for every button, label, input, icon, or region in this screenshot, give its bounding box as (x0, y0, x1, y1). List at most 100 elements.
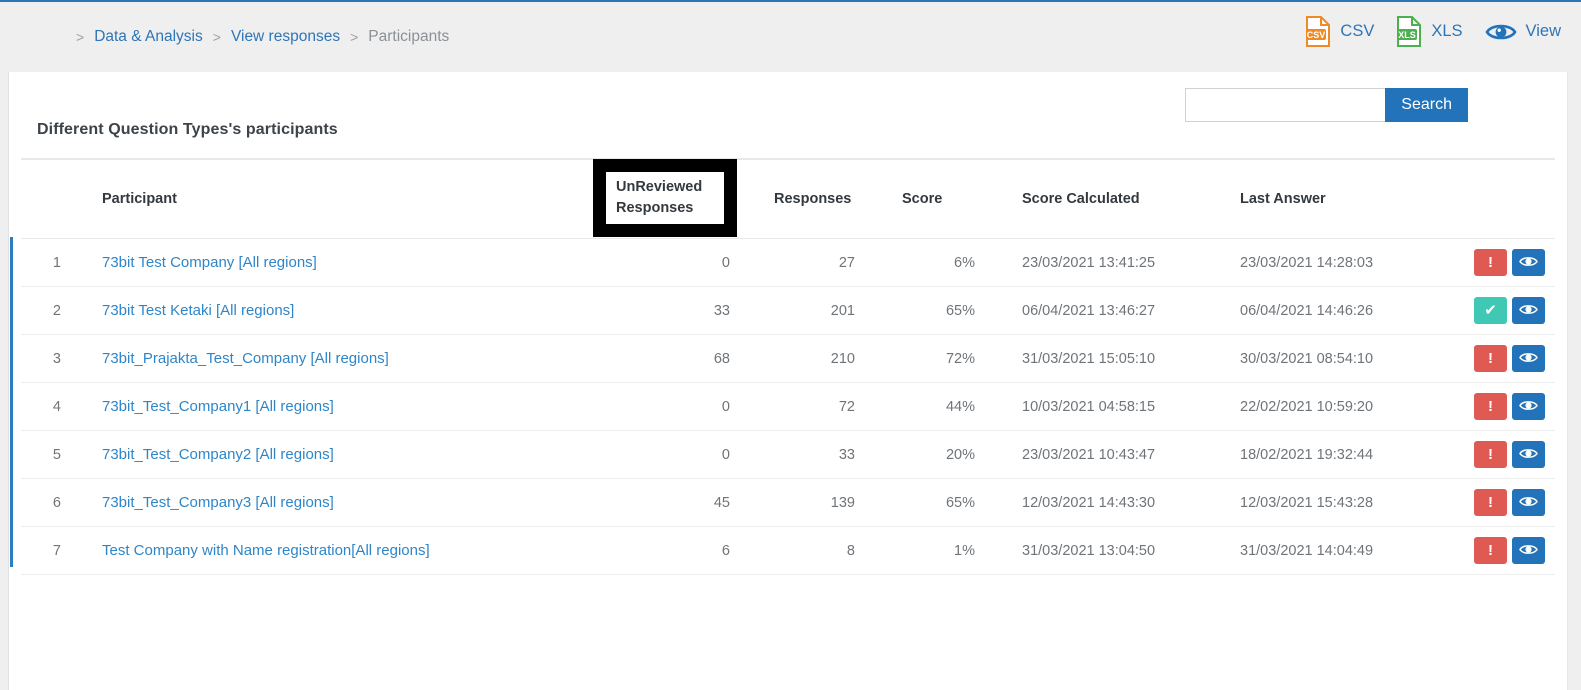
score-calculated-cell: 23/03/2021 10:43:47 (1022, 430, 1240, 479)
status-alert-button[interactable]: ! (1474, 537, 1507, 564)
row-actions: ✔ (1462, 286, 1555, 335)
status-alert-button[interactable]: ! (1474, 345, 1507, 372)
view-row-button[interactable] (1512, 393, 1545, 420)
participant-link[interactable]: 73bit Test Ketaki [All regions] (102, 302, 294, 319)
column-header-responses: Responses (774, 158, 902, 239)
score-calculated-cell: 31/03/2021 15:05:10 (1022, 334, 1240, 383)
column-header-last-answer: Last Answer (1240, 158, 1462, 239)
table-row: 5 73bit_Test_Company2 [All regions] 0 33 20%… (21, 430, 1555, 479)
view-row-button[interactable] (1512, 297, 1545, 324)
export-actions: CSV CSV XLS XLS View (1283, 16, 1561, 47)
participants-table-wrap: Participant Responses Score Score Calcul… (10, 158, 1555, 575)
participant-link[interactable]: Test Company with Name registration[All … (102, 542, 430, 559)
action-buttons: ! (1474, 537, 1545, 564)
view-row-button[interactable] (1512, 441, 1545, 468)
view-row-button[interactable] (1512, 345, 1545, 372)
export-csv-button[interactable]: CSV CSV (1305, 16, 1374, 47)
breadcrumb-separator: > (76, 29, 85, 45)
participant-cell: 73bit Test Company [All regions] (70, 238, 636, 287)
table-row: 6 73bit_Test_Company3 [All regions] 45 139 6… (21, 478, 1555, 527)
breadcrumb-item-data-analysis[interactable]: Data & Analysis (94, 28, 203, 46)
score-cell: 65% (902, 286, 1022, 335)
xls-file-icon: XLS (1396, 16, 1422, 47)
export-xls-button[interactable]: XLS XLS (1396, 16, 1463, 47)
action-buttons: ! (1474, 249, 1545, 276)
score-cell: 65% (902, 478, 1022, 527)
score-cell: 1% (902, 526, 1022, 575)
action-buttons: ✔ (1474, 297, 1545, 324)
status-alert-button[interactable]: ! (1474, 393, 1507, 420)
search-input[interactable] (1185, 88, 1386, 122)
status-alert-button[interactable]: ! (1474, 489, 1507, 516)
score-calculated-cell: 10/03/2021 04:58:15 (1022, 382, 1240, 431)
breadcrumb-item-participants: Participants (368, 28, 450, 45)
exclamation-icon: ! (1488, 350, 1493, 367)
unreviewed-responses-cell: 0 (636, 430, 774, 479)
row-index: 3 (21, 334, 70, 383)
status-alert-button[interactable]: ! (1474, 249, 1507, 276)
view-button[interactable]: View (1484, 21, 1561, 43)
responses-cell: 139 (774, 478, 902, 527)
responses-cell: 8 (774, 526, 902, 575)
score-cell: 20% (902, 430, 1022, 479)
svg-text:CSV: CSV (1307, 30, 1326, 40)
exclamation-icon: ! (1488, 254, 1493, 271)
table-row: 3 73bit_Prajakta_Test_Company [All region… (21, 334, 1555, 383)
view-row-button[interactable] (1512, 249, 1545, 276)
participant-link[interactable]: 73bit_Prajakta_Test_Company [All regions… (102, 350, 389, 367)
row-actions: ! (1462, 478, 1555, 527)
csv-file-icon: CSV (1305, 16, 1331, 47)
eye-icon (1484, 21, 1517, 43)
column-header-score: Score (902, 158, 1022, 239)
participant-link[interactable]: 73bit_Test_Company3 [All regions] (102, 494, 334, 511)
row-actions: ! (1462, 334, 1555, 383)
eye-icon (1519, 351, 1538, 367)
breadcrumb-bar: > Data & Analysis > View responses > Par… (0, 2, 1581, 72)
eye-icon (1519, 447, 1538, 463)
score-calculated-cell: 06/04/2021 13:46:27 (1022, 286, 1240, 335)
participant-cell: Test Company with Name registration[All … (70, 526, 636, 575)
participants-table: Participant Responses Score Score Calcul… (21, 158, 1555, 575)
row-actions: ! (1462, 430, 1555, 479)
column-header-score-calculated: Score Calculated (1022, 158, 1240, 239)
breadcrumb-separator: > (350, 29, 359, 45)
responses-cell: 210 (774, 334, 902, 383)
breadcrumb-item-view-responses[interactable]: View responses (231, 28, 340, 46)
eye-icon (1519, 495, 1538, 511)
score-cell: 44% (902, 382, 1022, 431)
row-index: 6 (21, 478, 70, 527)
score-cell: 72% (902, 334, 1022, 383)
column-header-unreviewed-responses (636, 158, 774, 239)
participant-link[interactable]: 73bit_Test_Company1 [All regions] (102, 398, 334, 415)
last-answer-cell: 18/02/2021 19:32:44 (1240, 430, 1462, 479)
column-header-index (21, 158, 70, 239)
exclamation-icon: ! (1488, 446, 1493, 463)
search-button[interactable]: Search (1385, 88, 1468, 122)
card-header: Different Question Types's participants … (9, 72, 1567, 158)
row-index: 7 (21, 526, 70, 575)
score-calculated-cell: 23/03/2021 13:41:25 (1022, 238, 1240, 287)
view-label: View (1525, 22, 1561, 40)
responses-cell: 72 (774, 382, 902, 431)
search-box: Search (1185, 88, 1468, 122)
status-complete-button[interactable]: ✔ (1474, 297, 1507, 324)
check-icon: ✔ (1484, 302, 1497, 319)
view-row-button[interactable] (1512, 537, 1545, 564)
row-index: 5 (21, 430, 70, 479)
action-buttons: ! (1474, 441, 1545, 468)
view-row-button[interactable] (1512, 489, 1545, 516)
status-alert-button[interactable]: ! (1474, 441, 1507, 468)
column-header-actions (1462, 158, 1555, 239)
unreviewed-responses-cell: 0 (636, 382, 774, 431)
last-answer-cell: 31/03/2021 14:04:49 (1240, 526, 1462, 575)
participant-link[interactable]: 73bit Test Company [All regions] (102, 254, 317, 271)
participant-link[interactable]: 73bit_Test_Company2 [All regions] (102, 446, 334, 463)
last-answer-cell: 22/02/2021 10:59:20 (1240, 382, 1462, 431)
eye-icon (1519, 399, 1538, 415)
action-buttons: ! (1474, 393, 1545, 420)
exclamation-icon: ! (1488, 398, 1493, 415)
table-row: 7 Test Company with Name registration[All… (21, 526, 1555, 575)
unreviewed-responses-cell: 33 (636, 286, 774, 335)
unreviewed-responses-cell: 45 (636, 478, 774, 527)
page-title: Different Question Types's participants (37, 121, 338, 138)
